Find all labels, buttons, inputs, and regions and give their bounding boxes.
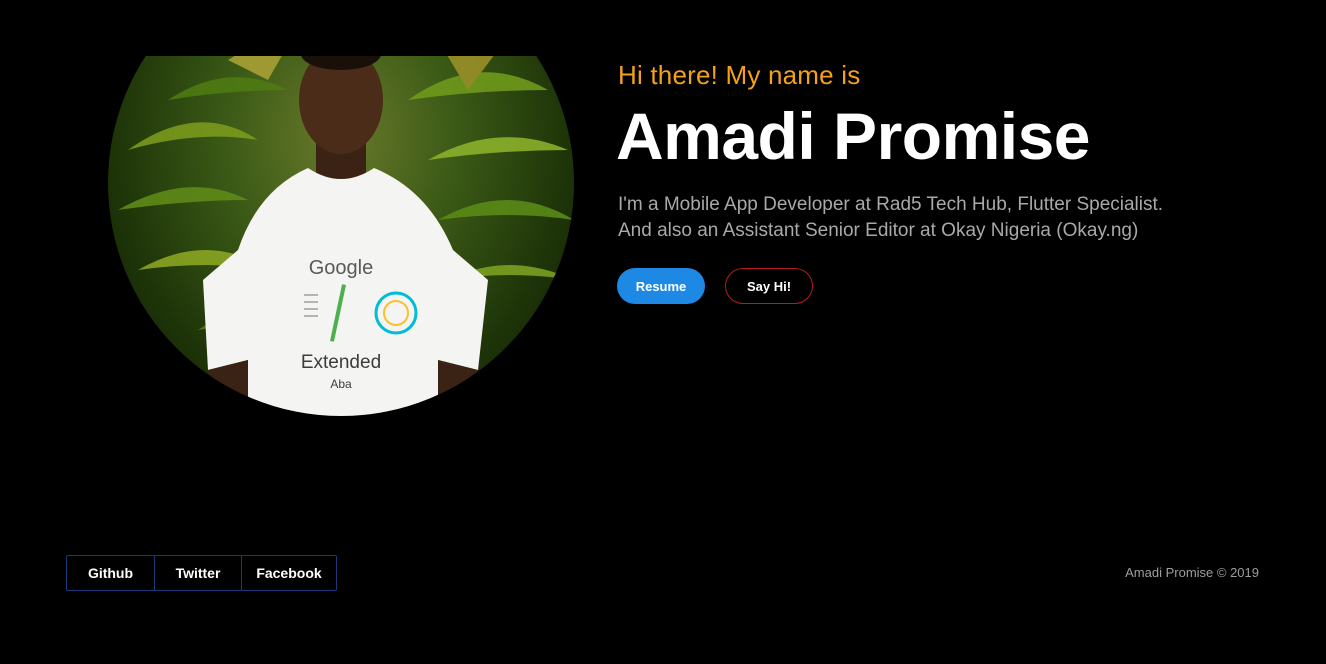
greeting-text: Hi there! My name is [618, 60, 861, 90]
page-title: Amadi Promise [616, 99, 1091, 173]
svg-text:Aba: Aba [330, 377, 352, 391]
facebook-link[interactable]: Facebook [241, 555, 337, 591]
twitter-link[interactable]: Twitter [154, 555, 242, 591]
resume-button[interactable]: Resume [617, 268, 705, 304]
profile-photo: Google Extended Aba [108, 56, 574, 416]
social-links: Github Twitter Facebook [66, 555, 337, 591]
svg-text:Google: Google [309, 257, 374, 279]
say-hi-button[interactable]: Say Hi! [725, 268, 813, 304]
copyright-text: Amadi Promise © 2019 [1125, 565, 1259, 580]
bio-line: I'm a Mobile App Developer at Rad5 Tech … [618, 194, 1164, 215]
page: Google Extended Aba Hi there! My name is… [0, 0, 1326, 664]
bio-line: And also an Assistant Senior Editor at O… [618, 220, 1139, 241]
github-link[interactable]: Github [66, 555, 155, 591]
bio-text: I'm a Mobile App Developer at Rad5 Tech … [618, 192, 1258, 244]
profile-photo-frame: Google Extended Aba [108, 56, 574, 416]
svg-text:Extended: Extended [301, 352, 381, 373]
profile-photo-illustration: Google Extended Aba [118, 56, 574, 416]
